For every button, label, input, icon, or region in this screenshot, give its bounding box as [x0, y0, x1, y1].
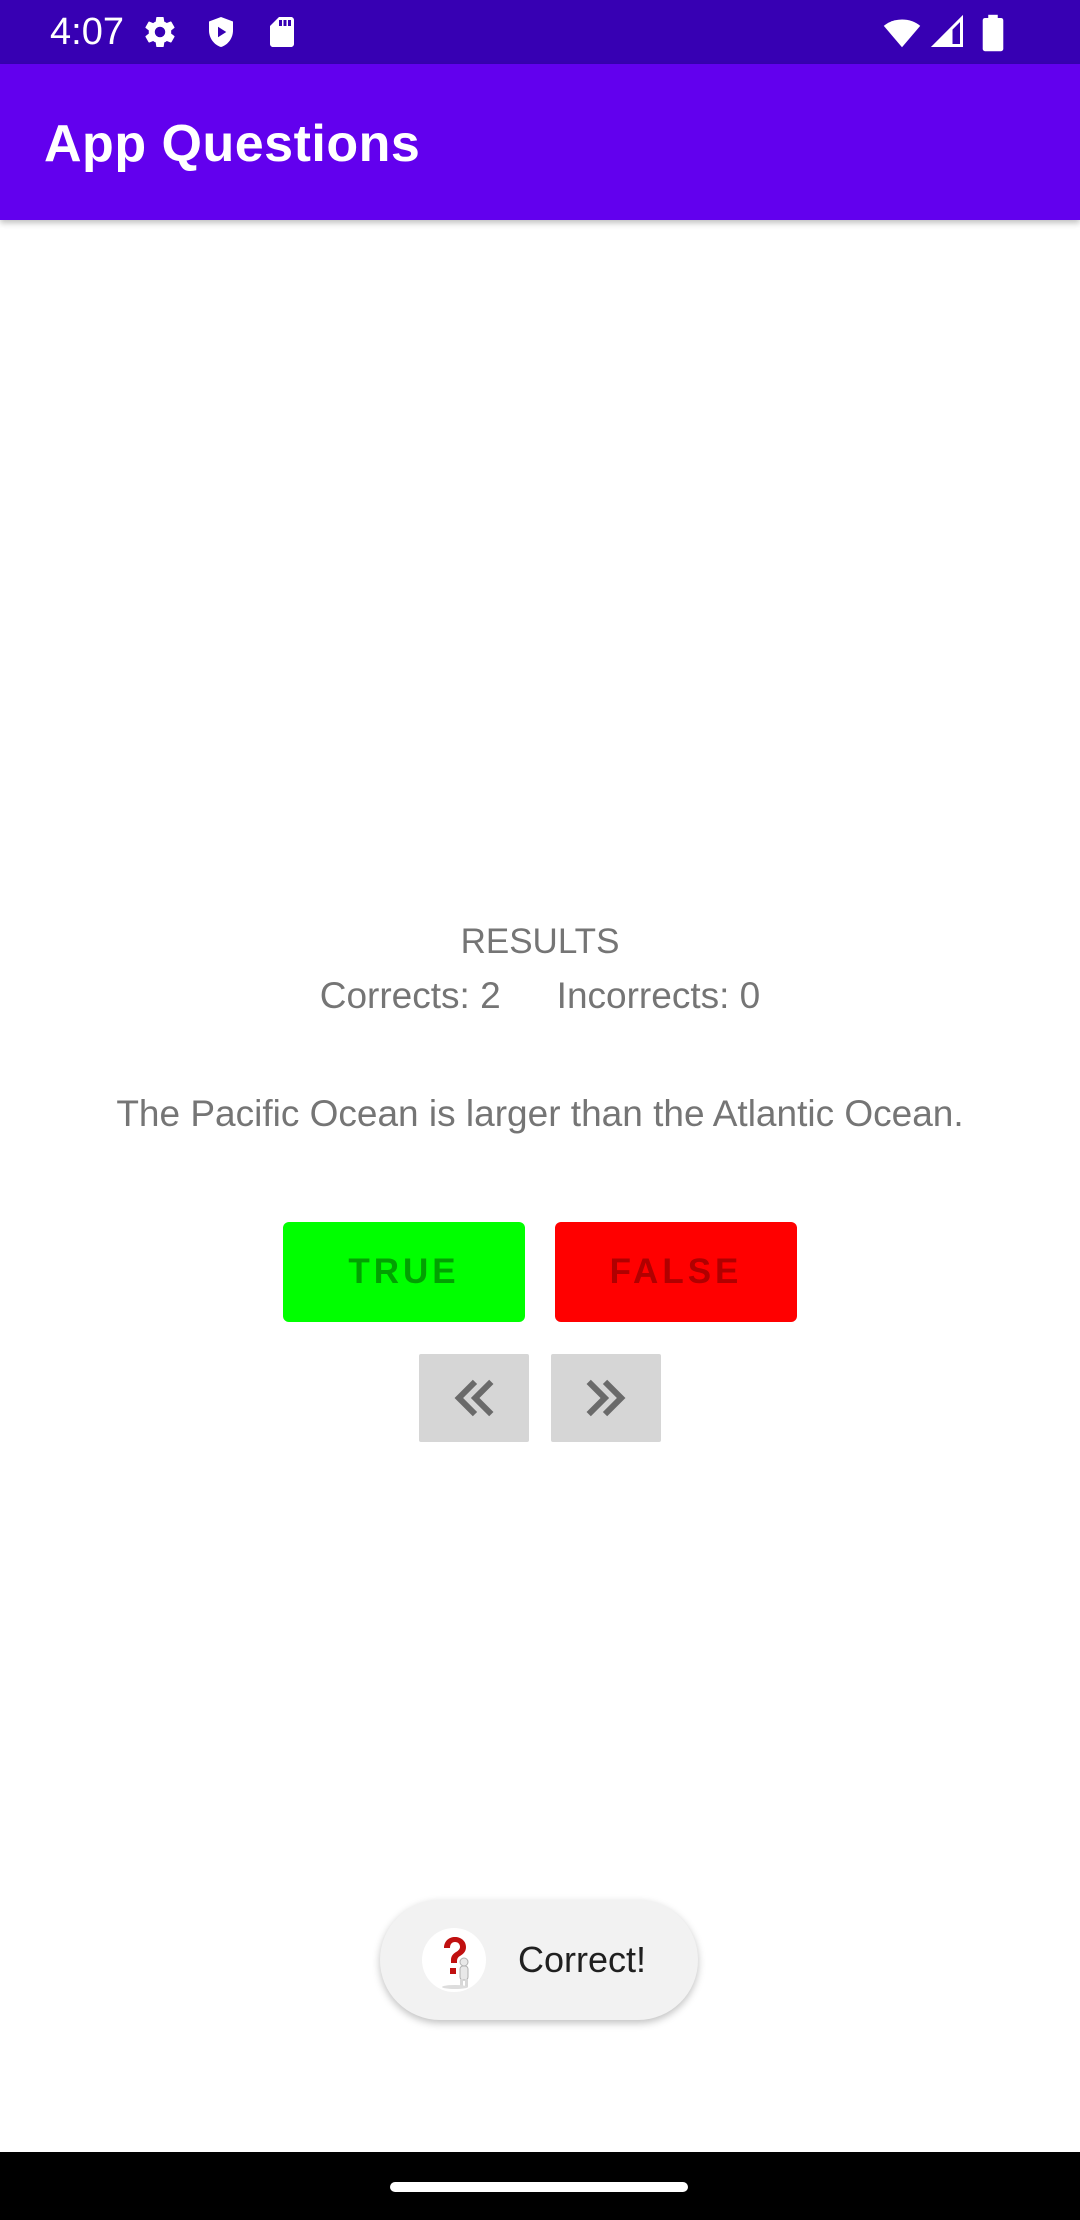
app-screen: 4:07 App Questions RESULTS Corrects: 2 In…: [0, 0, 1080, 2220]
results-counts: Corrects: 2 Incorrects: 0: [0, 968, 1080, 1024]
sd-card-icon: [264, 14, 300, 50]
app-bar: App Questions: [0, 64, 1080, 220]
question-mark-figure-icon: [422, 1928, 486, 1992]
status-time: 4:07: [50, 11, 124, 53]
app-title: App Questions: [44, 115, 421, 173]
toast-message: Correct!: [518, 1939, 647, 1980]
settings-gear-icon: [142, 14, 178, 50]
false-button[interactable]: FALSE: [555, 1222, 797, 1322]
double-chevron-right-icon: [586, 1379, 626, 1417]
double-chevron-left-icon: [454, 1379, 494, 1417]
toast: Correct!: [380, 1900, 698, 2020]
home-gesture-handle[interactable]: [390, 2182, 688, 2192]
battery-icon: [978, 14, 1008, 52]
incorrects-count: Incorrects: 0: [556, 975, 761, 1016]
previous-question-button[interactable]: [419, 1354, 529, 1442]
shield-play-icon: [203, 14, 239, 50]
question-text: The Pacific Ocean is larger than the Atl…: [116, 1093, 964, 1134]
cell-signal-icon: [930, 14, 966, 50]
system-navigation-bar: [0, 2152, 1080, 2220]
results-heading: RESULTS: [460, 922, 620, 961]
next-question-button[interactable]: [551, 1354, 661, 1442]
corrects-count: Corrects: 2: [319, 975, 501, 1016]
status-bar: 4:07: [0, 0, 1080, 64]
true-button[interactable]: TRUE: [283, 1222, 525, 1322]
wifi-icon: [882, 14, 922, 52]
